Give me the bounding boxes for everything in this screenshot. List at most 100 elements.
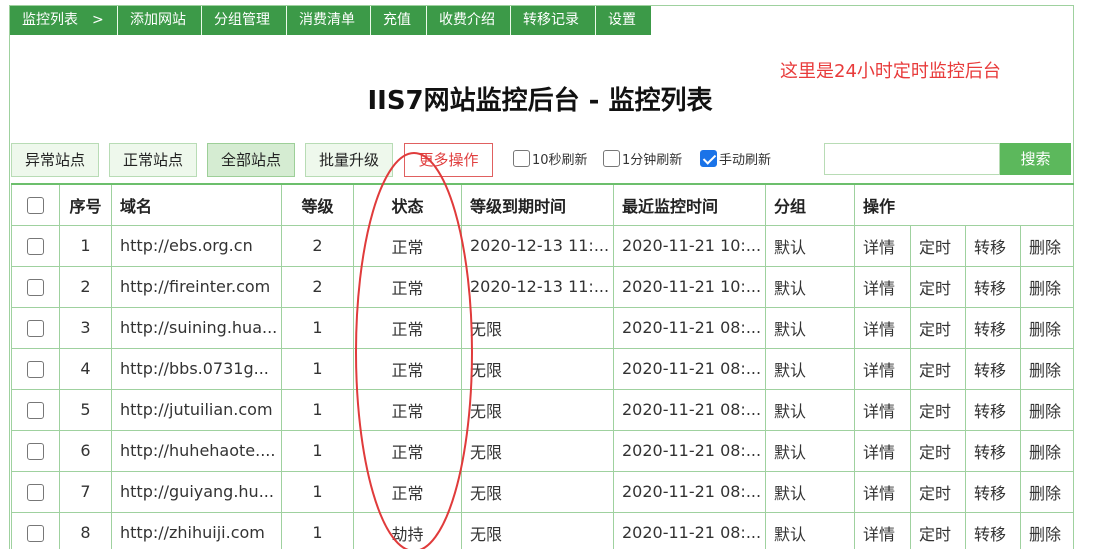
- checkbox-icon[interactable]: [603, 150, 620, 167]
- transfer-link[interactable]: 转移: [965, 347, 1021, 390]
- row-select-cell[interactable]: [11, 265, 60, 308]
- row-status: 正常: [353, 224, 462, 267]
- table-body: 1 http://ebs.org.cn 2 正常 2020-12-13 11:... 20…: [11, 224, 1075, 549]
- row-expire: 2020-12-13 11:...: [461, 224, 614, 267]
- delete-link[interactable]: 删除: [1019, 429, 1075, 472]
- row-checkbox[interactable]: [27, 443, 44, 460]
- schedule-link[interactable]: 定时: [910, 306, 966, 349]
- row-status: 正常: [353, 265, 462, 308]
- row-last-check: 2020-11-21 08:...: [613, 470, 766, 513]
- row-select-cell[interactable]: [11, 388, 60, 431]
- page-title: IIS7网站监控后台 - 监控列表: [367, 86, 713, 116]
- row-expire: 2020-12-13 11:...: [461, 265, 614, 308]
- transfer-link[interactable]: 转移: [965, 388, 1021, 431]
- refresh-1m-label: 1分钟刷新: [622, 153, 683, 168]
- detail-link[interactable]: 详情: [854, 265, 911, 308]
- schedule-link[interactable]: 定时: [910, 470, 966, 513]
- transfer-link[interactable]: 转移: [965, 470, 1021, 513]
- row-checkbox[interactable]: [27, 361, 44, 378]
- detail-link[interactable]: 详情: [854, 388, 911, 431]
- monitor-table: 序号 域名 等级 状态 等级到期时间 最近监控时间 分组 操作 1 http://…: [11, 183, 1075, 549]
- nav-monitor-list[interactable]: 监控列表 >: [10, 6, 118, 35]
- transfer-link[interactable]: 转移: [965, 429, 1021, 472]
- refresh-10s-checkbox[interactable]: 10秒刷新: [513, 149, 588, 168]
- nav-recharge[interactable]: 充值: [371, 6, 427, 35]
- row-select-cell[interactable]: [11, 224, 60, 267]
- detail-link[interactable]: 详情: [854, 347, 911, 390]
- row-select-cell[interactable]: [11, 306, 60, 349]
- delete-link[interactable]: 删除: [1019, 388, 1075, 431]
- row-seq: 5: [59, 388, 112, 431]
- nav-group-manage[interactable]: 分组管理: [202, 6, 287, 35]
- detail-link[interactable]: 详情: [854, 511, 911, 549]
- batch-upgrade-button[interactable]: 批量升级: [305, 143, 393, 177]
- row-seq: 3: [59, 306, 112, 349]
- nav-add-site[interactable]: 添加网站: [118, 6, 202, 35]
- row-expire: 无限: [461, 470, 614, 513]
- schedule-link[interactable]: 定时: [910, 429, 966, 472]
- row-group: 默认: [765, 470, 855, 513]
- row-checkbox[interactable]: [27, 525, 44, 542]
- schedule-link[interactable]: 定时: [910, 388, 966, 431]
- normal-sites-button[interactable]: 正常站点: [109, 143, 197, 177]
- transfer-link[interactable]: 转移: [965, 265, 1021, 308]
- header-actions: 操作: [853, 183, 1075, 226]
- row-checkbox[interactable]: [27, 279, 44, 296]
- table-row: 2 http://fireinter.com 2 正常 2020-12-13 11:..…: [11, 265, 1075, 308]
- delete-link[interactable]: 删除: [1019, 347, 1075, 390]
- row-group: 默认: [765, 388, 855, 431]
- delete-link[interactable]: 删除: [1019, 511, 1075, 549]
- row-select-cell[interactable]: [11, 429, 60, 472]
- schedule-link[interactable]: 定时: [910, 265, 966, 308]
- table-row: 4 http://bbs.0731g... 1 正常 无限 2020-11-21 08:.…: [11, 347, 1075, 390]
- checkbox-checked-icon[interactable]: [700, 150, 717, 167]
- row-domain: http://fireinter.com: [111, 265, 282, 308]
- row-select-cell[interactable]: [11, 511, 60, 549]
- checkbox-icon[interactable]: [513, 150, 530, 167]
- abnormal-sites-button[interactable]: 异常站点: [11, 143, 99, 177]
- all-sites-button[interactable]: 全部站点: [207, 143, 295, 177]
- refresh-1m-checkbox[interactable]: 1分钟刷新: [603, 149, 682, 168]
- more-operations-button[interactable]: 更多操作: [404, 143, 493, 177]
- row-checkbox[interactable]: [27, 320, 44, 337]
- schedule-link[interactable]: 定时: [910, 347, 966, 390]
- nav-billing[interactable]: 消费清单: [287, 6, 371, 35]
- row-status: 正常: [353, 470, 462, 513]
- row-select-cell[interactable]: [11, 470, 60, 513]
- nav-settings[interactable]: 设置: [596, 6, 651, 35]
- select-all-cell[interactable]: [11, 183, 60, 226]
- row-checkbox[interactable]: [27, 484, 44, 501]
- transfer-link[interactable]: 转移: [965, 511, 1021, 549]
- row-level: 2: [281, 224, 354, 267]
- select-all-checkbox[interactable]: [27, 197, 44, 215]
- detail-link[interactable]: 详情: [854, 429, 911, 472]
- row-group: 默认: [765, 511, 855, 549]
- table-row: 7 http://guiyang.hu... 1 正常 无限 2020-11-21 08:…: [11, 470, 1075, 513]
- table-row: 8 http://zhihuiji.com 1 劫持 无限 2020-11-21 08:.…: [11, 511, 1075, 549]
- row-select-cell[interactable]: [11, 347, 60, 390]
- row-expire: 无限: [461, 388, 614, 431]
- detail-link[interactable]: 详情: [854, 224, 911, 267]
- detail-link[interactable]: 详情: [854, 306, 911, 349]
- table-header-row: 序号 域名 等级 状态 等级到期时间 最近监控时间 分组 操作: [11, 183, 1075, 226]
- row-level: 1: [281, 388, 354, 431]
- detail-link[interactable]: 详情: [854, 470, 911, 513]
- nav-pricing[interactable]: 收费介绍: [427, 6, 511, 35]
- row-checkbox[interactable]: [27, 402, 44, 419]
- schedule-link[interactable]: 定时: [910, 511, 966, 549]
- row-status: 正常: [353, 347, 462, 390]
- delete-link[interactable]: 删除: [1019, 265, 1075, 308]
- transfer-link[interactable]: 转移: [965, 224, 1021, 267]
- delete-link[interactable]: 删除: [1019, 306, 1075, 349]
- manual-refresh-checkbox[interactable]: 手动刷新: [700, 149, 771, 168]
- row-checkbox[interactable]: [27, 238, 44, 255]
- search-input[interactable]: [824, 143, 1000, 175]
- transfer-link[interactable]: 转移: [965, 306, 1021, 349]
- delete-link[interactable]: 删除: [1019, 470, 1075, 513]
- schedule-link[interactable]: 定时: [910, 224, 966, 267]
- nav-transfer-log[interactable]: 转移记录: [511, 6, 596, 35]
- search-button[interactable]: 搜索: [1000, 143, 1071, 175]
- table-row: 5 http://jutuilian.com 1 正常 无限 2020-11-21 08:…: [11, 388, 1075, 431]
- delete-link[interactable]: 删除: [1019, 224, 1075, 267]
- header-seq: 序号: [59, 183, 112, 226]
